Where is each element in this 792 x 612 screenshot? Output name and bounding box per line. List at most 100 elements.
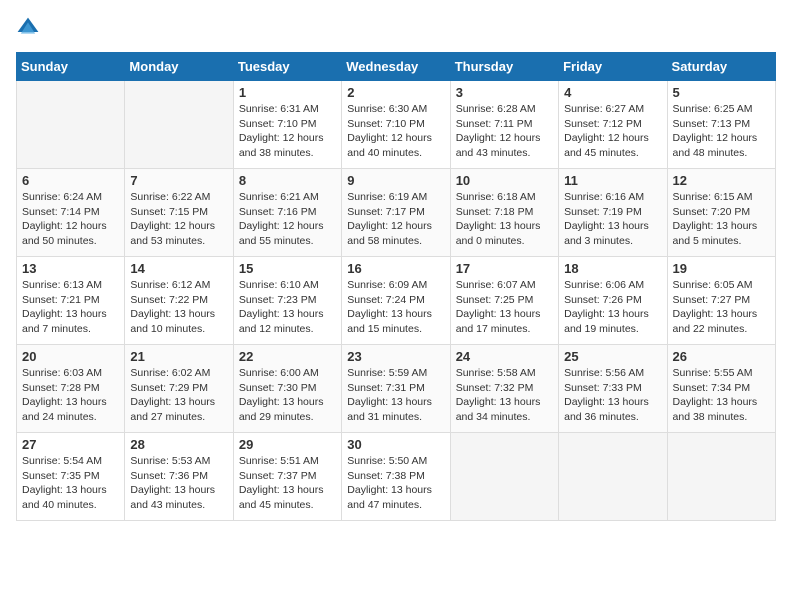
day-cell: 11 Sunrise: 6:16 AMSunset: 7:19 PMDayligh… (559, 169, 667, 257)
week-row-4: 20 Sunrise: 6:03 AMSunset: 7:28 PMDayligh… (17, 345, 776, 433)
day-cell: 29 Sunrise: 5:51 AMSunset: 7:37 PMDayligh… (233, 433, 341, 521)
day-info: Sunrise: 6:15 AMSunset: 7:20 PMDaylight:… (673, 190, 770, 249)
day-cell (17, 81, 125, 169)
day-number: 5 (673, 85, 770, 100)
week-row-3: 13 Sunrise: 6:13 AMSunset: 7:21 PMDayligh… (17, 257, 776, 345)
day-number: 17 (456, 261, 553, 276)
day-cell: 10 Sunrise: 6:18 AMSunset: 7:18 PMDayligh… (450, 169, 558, 257)
day-info: Sunrise: 6:18 AMSunset: 7:18 PMDaylight:… (456, 190, 553, 249)
day-cell: 5Sunrise: 6:25 AMSunset: 7:13 PMDaylight… (667, 81, 775, 169)
day-number: 24 (456, 349, 553, 364)
day-cell: 13 Sunrise: 6:13 AMSunset: 7:21 PMDayligh… (17, 257, 125, 345)
header-cell-saturday: Saturday (667, 53, 775, 81)
day-number: 15 (239, 261, 336, 276)
day-number: 9 (347, 173, 444, 188)
day-number: 29 (239, 437, 336, 452)
day-number: 2 (347, 85, 444, 100)
day-info: Sunrise: 6:09 AMSunset: 7:24 PMDaylight:… (347, 278, 444, 337)
day-info: Sunrise: 5:56 AMSunset: 7:33 PMDaylight:… (564, 366, 661, 425)
day-number: 19 (673, 261, 770, 276)
logo (16, 16, 44, 40)
day-number: 30 (347, 437, 444, 452)
day-cell: 21 Sunrise: 6:02 AMSunset: 7:29 PMDayligh… (125, 345, 233, 433)
day-cell: 28 Sunrise: 5:53 AMSunset: 7:36 PMDayligh… (125, 433, 233, 521)
day-cell: 24Sunrise: 5:58 AMSunset: 7:32 PMDayligh… (450, 345, 558, 433)
day-number: 3 (456, 85, 553, 100)
day-info: Sunrise: 6:07 AMSunset: 7:25 PMDaylight:… (456, 278, 553, 337)
day-info: Sunrise: 6:16 AMSunset: 7:19 PMDaylight:… (564, 190, 661, 249)
day-cell: 26 Sunrise: 5:55 AMSunset: 7:34 PMDayligh… (667, 345, 775, 433)
day-number: 28 (130, 437, 227, 452)
day-number: 26 (673, 349, 770, 364)
day-cell: 18 Sunrise: 6:06 AMSunset: 7:26 PMDayligh… (559, 257, 667, 345)
day-cell (667, 433, 775, 521)
day-info: Sunrise: 5:59 AMSunset: 7:31 PMDaylight:… (347, 366, 444, 425)
header-cell-wednesday: Wednesday (342, 53, 450, 81)
day-info: Sunrise: 5:50 AMSunset: 7:38 PMDaylight:… (347, 454, 444, 513)
day-number: 25 (564, 349, 661, 364)
day-info: Sunrise: 6:21 AMSunset: 7:16 PMDaylight:… (239, 190, 336, 249)
day-cell: 8 Sunrise: 6:21 AMSunset: 7:16 PMDaylight… (233, 169, 341, 257)
day-info: Sunrise: 6:30 AMSunset: 7:10 PMDaylight:… (347, 102, 444, 161)
day-cell: 4 Sunrise: 6:27 AMSunset: 7:12 PMDaylight… (559, 81, 667, 169)
day-info: Sunrise: 6:06 AMSunset: 7:26 PMDaylight:… (564, 278, 661, 337)
day-info: Sunrise: 6:22 AMSunset: 7:15 PMDaylight:… (130, 190, 227, 249)
day-cell: 9Sunrise: 6:19 AMSunset: 7:17 PMDaylight… (342, 169, 450, 257)
day-cell: 25 Sunrise: 5:56 AMSunset: 7:33 PMDayligh… (559, 345, 667, 433)
day-info: Sunrise: 5:51 AMSunset: 7:37 PMDaylight:… (239, 454, 336, 513)
day-number: 4 (564, 85, 661, 100)
day-number: 13 (22, 261, 119, 276)
week-row-5: 27 Sunrise: 5:54 AMSunset: 7:35 PMDayligh… (17, 433, 776, 521)
day-info: Sunrise: 5:53 AMSunset: 7:36 PMDaylight:… (130, 454, 227, 513)
header-cell-thursday: Thursday (450, 53, 558, 81)
calendar-body: 1 Sunrise: 6:31 AMSunset: 7:10 PMDaylight… (17, 81, 776, 521)
day-number: 27 (22, 437, 119, 452)
day-cell: 20 Sunrise: 6:03 AMSunset: 7:28 PMDayligh… (17, 345, 125, 433)
page-header (16, 16, 776, 40)
day-info: Sunrise: 5:55 AMSunset: 7:34 PMDaylight:… (673, 366, 770, 425)
day-cell (559, 433, 667, 521)
day-cell: 22Sunrise: 6:00 AMSunset: 7:30 PMDayligh… (233, 345, 341, 433)
day-info: Sunrise: 5:54 AMSunset: 7:35 PMDaylight:… (22, 454, 119, 513)
logo-icon (16, 16, 40, 40)
day-number: 11 (564, 173, 661, 188)
day-number: 1 (239, 85, 336, 100)
day-cell: 6 Sunrise: 6:24 AMSunset: 7:14 PMDaylight… (17, 169, 125, 257)
day-info: Sunrise: 6:05 AMSunset: 7:27 PMDaylight:… (673, 278, 770, 337)
day-cell: 27 Sunrise: 5:54 AMSunset: 7:35 PMDayligh… (17, 433, 125, 521)
calendar-table: SundayMondayTuesdayWednesdayThursdayFrid… (16, 52, 776, 521)
day-cell: 17 Sunrise: 6:07 AMSunset: 7:25 PMDayligh… (450, 257, 558, 345)
day-number: 16 (347, 261, 444, 276)
day-number: 6 (22, 173, 119, 188)
day-info: Sunrise: 6:28 AMSunset: 7:11 PMDaylight:… (456, 102, 553, 161)
day-number: 8 (239, 173, 336, 188)
day-info: Sunrise: 6:31 AMSunset: 7:10 PMDaylight:… (239, 102, 336, 161)
week-row-1: 1 Sunrise: 6:31 AMSunset: 7:10 PMDaylight… (17, 81, 776, 169)
header-cell-friday: Friday (559, 53, 667, 81)
day-number: 7 (130, 173, 227, 188)
day-cell (450, 433, 558, 521)
day-cell: 1 Sunrise: 6:31 AMSunset: 7:10 PMDaylight… (233, 81, 341, 169)
day-number: 23 (347, 349, 444, 364)
day-cell: 3 Sunrise: 6:28 AMSunset: 7:11 PMDaylight… (450, 81, 558, 169)
day-info: Sunrise: 6:13 AMSunset: 7:21 PMDaylight:… (22, 278, 119, 337)
day-info: Sunrise: 6:03 AMSunset: 7:28 PMDaylight:… (22, 366, 119, 425)
day-number: 18 (564, 261, 661, 276)
day-info: Sunrise: 6:12 AMSunset: 7:22 PMDaylight:… (130, 278, 227, 337)
header-row: SundayMondayTuesdayWednesdayThursdayFrid… (17, 53, 776, 81)
day-number: 10 (456, 173, 553, 188)
day-cell: 15Sunrise: 6:10 AMSunset: 7:23 PMDayligh… (233, 257, 341, 345)
day-cell: 30 Sunrise: 5:50 AMSunset: 7:38 PMDayligh… (342, 433, 450, 521)
header-cell-monday: Monday (125, 53, 233, 81)
day-cell: 7 Sunrise: 6:22 AMSunset: 7:15 PMDaylight… (125, 169, 233, 257)
day-number: 12 (673, 173, 770, 188)
header-cell-tuesday: Tuesday (233, 53, 341, 81)
week-row-2: 6 Sunrise: 6:24 AMSunset: 7:14 PMDaylight… (17, 169, 776, 257)
day-number: 21 (130, 349, 227, 364)
day-info: Sunrise: 6:02 AMSunset: 7:29 PMDaylight:… (130, 366, 227, 425)
calendar-header: SundayMondayTuesdayWednesdayThursdayFrid… (17, 53, 776, 81)
day-info: Sunrise: 6:24 AMSunset: 7:14 PMDaylight:… (22, 190, 119, 249)
day-info: Sunrise: 6:27 AMSunset: 7:12 PMDaylight:… (564, 102, 661, 161)
day-cell: 19 Sunrise: 6:05 AMSunset: 7:27 PMDayligh… (667, 257, 775, 345)
day-number: 20 (22, 349, 119, 364)
